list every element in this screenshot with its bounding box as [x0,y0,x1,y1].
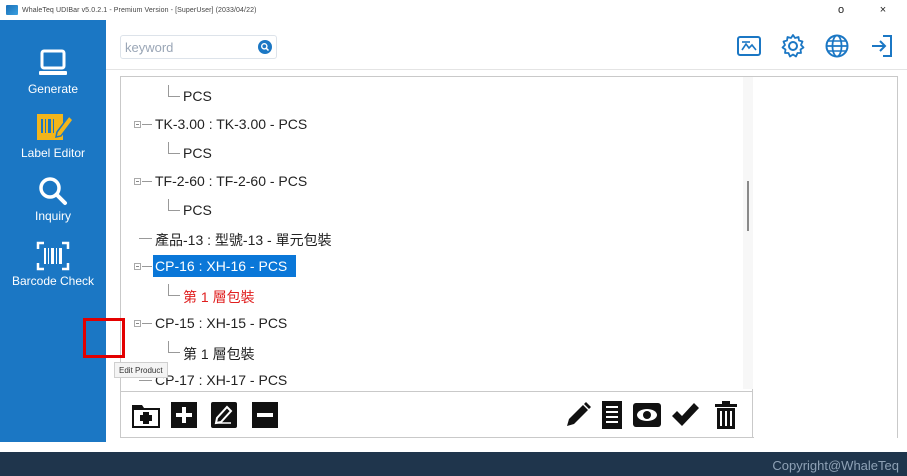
search-button-icon[interactable] [258,40,272,54]
sidebar-item-label: Barcode Check [11,274,95,288]
tree-connector [139,380,152,381]
id-card-icon[interactable] [736,33,762,59]
logout-icon[interactable] [869,33,895,59]
tree-toolbar [121,392,753,438]
tree-node[interactable]: CP-15 : XH-15 - PCS [121,312,741,334]
tree-node-label: TK-3.00 : TK-3.00 - PCS [155,116,308,133]
tree-node[interactable]: 第 1 層包裝 [121,283,741,306]
tree-connector [168,340,180,353]
tree-scrollbar[interactable] [743,77,753,389]
pencil-icon[interactable] [563,400,593,430]
tree-node[interactable]: CP-16 : XH-16 - PCS [121,255,741,278]
tree-connector [139,238,152,239]
tree-node[interactable]: 第 1 層包裝 [121,340,741,363]
tree-connector [142,323,152,325]
top-bar [106,20,907,70]
tree-expander-icon[interactable] [134,121,141,129]
document-icon[interactable] [597,400,627,430]
tree-connector [168,283,180,296]
footer: Copyright@WhaleTeq [0,452,907,476]
sidebar-item-label: Inquiry [34,209,72,223]
main-panel: PCS TK-3.00 : TK-3.00 - PCS PCS TF-2-60 : T… [120,76,898,438]
tree-node-label: TF-2-60 : TF-2-60 - PCS [155,173,308,190]
tree-connector [168,198,180,211]
sidebar-item-label: Label Editor [20,146,86,160]
tree-node[interactable]: CP-17 : XH-17 - PCS [121,369,741,389]
edit-button-highlight [83,318,125,358]
edit-product-tooltip: Edit Product [114,362,168,378]
window-title: WhaleTeq UDIBar v5.0.2.1 - Premium Versi… [22,6,257,14]
tree-node-label: 第 1 層包裝 [183,288,255,305]
tree-node-label: PCS [183,144,212,161]
sidebar-item-generate[interactable]: Generate [0,46,106,96]
checkmark-icon[interactable] [670,400,700,430]
search-icon [39,177,67,205]
tree-node[interactable]: TF-2-60 : TF-2-60 - PCS [121,170,741,192]
tree-node[interactable]: PCS [121,85,741,107]
tree-node-label: CP-16 : XH-16 - PCS [155,258,288,275]
detail-panel [754,77,897,438]
app-logo-icon [6,5,18,15]
barcode-icon [36,241,70,271]
sidebar-item-label-editor[interactable]: Label Editor [0,108,106,160]
minimize-button[interactable]: o [832,2,850,18]
tree-node-label: 產品-13 : 型號-13 - 單元包裝 [155,232,332,248]
sidebar-item-label: Generate [27,82,79,96]
tree-node-label: CP-15 : XH-15 - PCS [155,315,288,332]
tree-expander-icon[interactable] [134,320,141,328]
tree-connector [168,85,180,97]
tree-node[interactable]: 產品-13 : 型號-13 - 單元包裝 [121,227,741,249]
eye-icon[interactable] [632,400,662,430]
close-button[interactable]: × [874,2,892,18]
laptop-icon [39,49,67,75]
tree-node-label: PCS [183,201,212,218]
product-tree-panel: PCS TK-3.00 : TK-3.00 - PCS PCS TF-2-60 : T… [121,77,753,438]
title-bar: WhaleTeq UDIBar v5.0.2.1 - Premium Versi… [0,0,907,20]
globe-icon[interactable] [824,33,850,59]
add-folder-icon[interactable] [131,400,161,430]
tree-node[interactable]: PCS [121,198,741,221]
tree-node-label: PCS [183,88,212,104]
app-window: WhaleTeq UDIBar v5.0.2.1 - Premium Versi… [0,0,907,476]
add-icon[interactable] [169,400,199,430]
tree-connector [142,266,152,268]
tree-node[interactable]: TK-3.00 : TK-3.00 - PCS [121,113,741,135]
tree-node[interactable]: PCS [121,141,741,164]
tree-expander-icon[interactable] [134,263,141,271]
search-input[interactable] [121,36,251,58]
tree-connector [142,124,152,126]
sidebar-item-barcode-check[interactable]: Barcode Check [0,240,106,288]
edit-product-icon[interactable] [209,400,239,430]
sidebar-item-inquiry[interactable]: Inquiry [0,175,106,223]
tree-node-label: CP-17 : XH-17 - PCS [155,372,288,388]
search-box [120,35,277,59]
scrollbar-thumb[interactable] [747,181,749,231]
tree-connector [168,141,180,154]
tree-node-label: 第 1 層包裝 [183,345,255,362]
copyright-text: Copyright@WhaleTeq [772,458,899,473]
trash-icon[interactable] [711,400,741,430]
gear-icon[interactable] [780,33,806,59]
product-tree[interactable]: PCS TK-3.00 : TK-3.00 - PCS PCS TF-2-60 : T… [121,77,753,389]
remove-icon[interactable] [250,400,280,430]
sidebar: Generate Label Editor Inquiry Barcode Ch… [0,20,106,442]
tree-connector [142,181,152,183]
label-editor-icon [37,114,74,140]
tree-expander-icon[interactable] [134,178,141,186]
